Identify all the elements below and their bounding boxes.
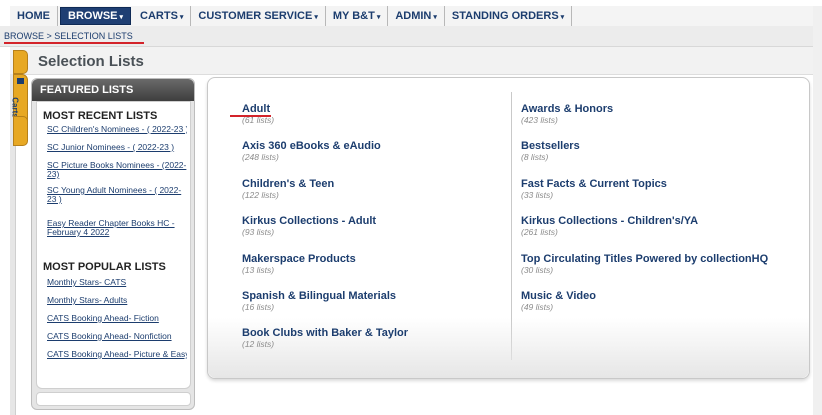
category-name[interactable]: Top Circulating Titles Powered by collec… — [521, 253, 806, 266]
category-count: (30 lists) — [521, 265, 554, 275]
nav-customer-service[interactable]: CUSTOMER SERVICE ▾ — [191, 6, 326, 26]
top-nav: HOME BROWSE ▾ CARTS ▾ CUSTOMER SERVICE ▾ MY… — [10, 6, 822, 27]
category-makerspace[interactable]: Makerspace Products (13 lists) — [242, 253, 512, 275]
nav-home-label: HOME — [17, 10, 50, 22]
category-adult[interactable]: Adult (61 lists) — [242, 103, 512, 125]
category-name[interactable]: Children's & Teen — [242, 178, 512, 191]
category-axis360[interactable]: Axis 360 eBooks & eAudio (248 lists) — [242, 140, 512, 162]
chevron-down-icon: ▾ — [119, 14, 124, 21]
category-count: (12 lists) — [242, 339, 275, 349]
category-count: (33 lists) — [521, 190, 554, 200]
nav-browse[interactable]: BROWSE ▾ — [60, 7, 132, 25]
category-count: (93 lists) — [242, 227, 275, 237]
title-bar: Selection Lists — [10, 47, 822, 75]
recent-list-link[interactable]: SC Picture Books Nominees - (2022-23) — [47, 161, 187, 179]
category-count: (8 lists) — [521, 152, 549, 162]
cart-icon — [17, 78, 24, 84]
featured-lists-footer — [36, 392, 191, 406]
recent-list-link[interactable]: SC Junior Nominees - ( 2022-23 ) — [47, 143, 187, 152]
featured-lists-body: MOST RECENT LISTS SC Children's Nominees… — [36, 101, 191, 389]
nav-standing-orders-label: STANDING ORDERS — [451, 10, 559, 22]
popular-list-link[interactable]: Monthly Stars- Adults — [47, 296, 187, 305]
category-count: (61 lists) — [242, 115, 275, 125]
featured-lists-title: FEATURED LISTS — [40, 84, 134, 96]
nav-carts-label: CARTS — [140, 10, 178, 22]
most-popular-heading: MOST POPULAR LISTS — [43, 261, 166, 273]
category-music-video[interactable]: Music & Video (49 lists) — [521, 290, 791, 312]
category-count: (49 lists) — [521, 302, 554, 312]
chevron-down-icon: ▾ — [376, 14, 381, 21]
category-name[interactable]: Adult — [242, 103, 512, 116]
category-name[interactable]: Bestsellers — [521, 140, 791, 153]
category-kirkus-adult[interactable]: Kirkus Collections - Adult (93 lists) — [242, 215, 512, 237]
nav-carts[interactable]: CARTS ▾ — [133, 6, 192, 26]
chevron-down-icon: ▾ — [314, 14, 318, 21]
category-name[interactable]: Music & Video — [521, 290, 791, 303]
breadcrumb[interactable]: BROWSE > SELECTION LISTS — [4, 31, 133, 41]
category-name[interactable]: Book Clubs with Baker & Taylor — [242, 327, 512, 340]
category-top-circulating[interactable]: Top Circulating Titles Powered by collec… — [521, 253, 806, 275]
breadcrumb-highlight — [4, 42, 144, 44]
category-childrens-teen[interactable]: Children's & Teen (122 lists) — [242, 178, 512, 200]
category-name[interactable]: Axis 360 eBooks & eAudio — [242, 140, 512, 153]
category-name[interactable]: Fast Facts & Current Topics — [521, 178, 791, 191]
nav-admin[interactable]: ADMIN ▾ — [388, 6, 445, 26]
nav-home[interactable]: HOME — [10, 6, 58, 26]
category-spanish-bilingual[interactable]: Spanish & Bilingual Materials (16 lists) — [242, 290, 512, 312]
category-count: (13 lists) — [242, 265, 275, 275]
nav-standing-orders[interactable]: STANDING ORDERS ▾ — [445, 6, 573, 26]
nav-browse-label: BROWSE — [68, 10, 118, 22]
popular-list-link[interactable]: Monthly Stars- CATS — [47, 278, 187, 287]
popular-list-link[interactable]: CATS Booking Ahead- Fiction — [47, 314, 187, 323]
category-count: (423 lists) — [521, 115, 558, 125]
popular-list-link[interactable]: CATS Booking Ahead- Picture & Easy — [47, 350, 187, 359]
chevron-down-icon: ▾ — [179, 14, 184, 21]
popular-list-link[interactable]: CATS Booking Ahead- Nonfiction — [47, 332, 187, 341]
category-count: (261 lists) — [521, 227, 558, 237]
nav-customer-service-label: CUSTOMER SERVICE — [198, 10, 313, 22]
category-count: (248 lists) — [242, 152, 279, 162]
category-awards-honors[interactable]: Awards & Honors (423 lists) — [521, 103, 791, 125]
nav-my-bt[interactable]: MY B&T ▾ — [326, 6, 389, 26]
category-kirkus-childrens[interactable]: Kirkus Collections - Children's/YA (261 … — [521, 215, 791, 237]
side-tab-top[interactable] — [13, 50, 28, 74]
chevron-down-icon: ▾ — [433, 14, 437, 21]
featured-lists-panel: FEATURED LISTS MOST RECENT LISTS SC Chil… — [31, 78, 195, 410]
category-name[interactable]: Awards & Honors — [521, 103, 791, 116]
category-name[interactable]: Makerspace Products — [242, 253, 512, 266]
category-name[interactable]: Kirkus Collections - Children's/YA — [521, 215, 791, 228]
featured-lists-header: FEATURED LISTS — [32, 79, 194, 101]
carts-tab-label: Carts — [10, 97, 20, 118]
side-tab-bottom[interactable] — [13, 116, 28, 146]
chevron-down-icon: ▾ — [560, 14, 565, 21]
categories-card: Adult (61 lists) Axis 360 eBooks & eAudi… — [207, 77, 810, 379]
nav-my-bt-label: MY B&T — [332, 10, 375, 22]
category-count: (122 lists) — [242, 190, 279, 200]
category-count: (16 lists) — [242, 302, 275, 312]
most-recent-heading: MOST RECENT LISTS — [43, 110, 158, 122]
recent-list-link[interactable]: Easy Reader Chapter Books HC - February … — [47, 219, 187, 237]
page-title: Selection Lists — [38, 53, 144, 70]
category-name[interactable]: Spanish & Bilingual Materials — [242, 290, 512, 303]
category-book-clubs[interactable]: Book Clubs with Baker & Taylor (12 lists… — [242, 327, 512, 349]
category-name[interactable]: Kirkus Collections - Adult — [242, 215, 512, 228]
category-fast-facts[interactable]: Fast Facts & Current Topics (33 lists) — [521, 178, 791, 200]
page-scrollbar[interactable] — [813, 6, 822, 415]
recent-list-link[interactable]: SC Young Adult Nominees - ( 2022-23 ) — [47, 186, 187, 204]
nav-admin-label: ADMIN — [395, 10, 432, 22]
category-bestsellers[interactable]: Bestsellers (8 lists) — [521, 140, 791, 162]
adult-highlight — [230, 115, 271, 117]
recent-list-link[interactable]: SC Children's Nominees - ( 2022-23 ) — [47, 125, 187, 134]
